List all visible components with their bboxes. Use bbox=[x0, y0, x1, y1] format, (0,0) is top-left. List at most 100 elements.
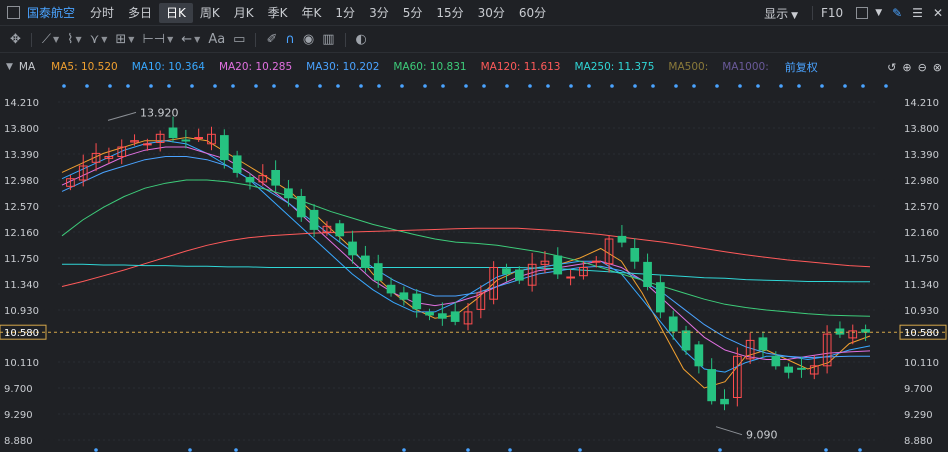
toggle-drawings-icon[interactable]: ◐ bbox=[356, 32, 367, 47]
period-tab[interactable]: 日K bbox=[159, 2, 193, 23]
period-tab[interactable]: 年K bbox=[295, 3, 329, 23]
wave-tool[interactable]: ⋎ ▼ bbox=[90, 32, 108, 47]
candle-body bbox=[553, 255, 563, 275]
event-marker bbox=[318, 84, 322, 88]
fibonacci-tool[interactable]: ⊞ ▼ bbox=[115, 32, 134, 47]
ma-legend-item: MA120: 11.613 bbox=[480, 61, 561, 73]
period-tab[interactable]: 分时 bbox=[83, 3, 121, 23]
candle-body bbox=[284, 188, 293, 199]
layout-checkbox[interactable] bbox=[856, 7, 869, 19]
kline-chart[interactable]: 14.210 14.210 13.800 13.800 13.390 13.390 12.9… bbox=[0, 78, 948, 452]
candle-body bbox=[386, 284, 396, 294]
high-annotation-line bbox=[107, 111, 137, 121]
candle-body bbox=[168, 127, 178, 138]
period-tab[interactable]: 30分 bbox=[471, 3, 512, 23]
period-tab[interactable]: 60分 bbox=[512, 3, 553, 23]
bottom-event-marker bbox=[508, 448, 512, 452]
candle-body bbox=[707, 369, 716, 402]
divider bbox=[255, 32, 257, 47]
period-tab[interactable]: 1分 bbox=[328, 3, 362, 23]
arrow-left-icon: ← bbox=[181, 32, 193, 47]
magnet-icon[interactable]: ∩ bbox=[285, 32, 295, 47]
current-price-label-right: 10.580 bbox=[904, 328, 939, 339]
ma-legend-item: MA250: 11.375 bbox=[574, 61, 655, 73]
event-marker bbox=[528, 84, 532, 88]
event-marker bbox=[756, 84, 760, 88]
event-marker bbox=[213, 84, 217, 88]
polyline-icon: ⌇ bbox=[67, 32, 74, 47]
candle-body bbox=[566, 276, 575, 279]
eye-icon[interactable]: ◉ bbox=[303, 32, 314, 47]
line-tool[interactable]: ⟋ ▼ bbox=[42, 32, 59, 47]
candle-body bbox=[450, 311, 460, 322]
undo-icon[interactable]: ↺ bbox=[887, 61, 896, 74]
y-tick-label-left: 10.110 bbox=[4, 358, 39, 369]
period-tab[interactable]: 5分 bbox=[396, 3, 430, 23]
stock-name[interactable]: 国泰航空 bbox=[27, 4, 75, 21]
divider bbox=[30, 32, 32, 47]
collapse-caret-icon[interactable]: ▼ bbox=[6, 62, 13, 72]
y-tick-label-right: 9.700 bbox=[904, 384, 933, 395]
remove-circle-icon[interactable]: ⊖ bbox=[918, 61, 927, 74]
event-marker bbox=[843, 84, 847, 88]
period-tab[interactable]: 多日 bbox=[121, 3, 159, 23]
period-tabs: 分时 多日 日K 周K 月K 季K 年K 1分 3分 5分 15分 30分 60分 bbox=[83, 2, 553, 23]
y-tick-label-left: 11.750 bbox=[4, 254, 39, 265]
bottom-event-marker bbox=[578, 448, 582, 452]
display-label: 显示 bbox=[764, 6, 789, 21]
bottom-event-marker bbox=[94, 448, 98, 452]
ma-legend-item: MA20: 10.285 bbox=[218, 61, 293, 73]
event-marker bbox=[295, 84, 299, 88]
text-tool[interactable]: Aa bbox=[208, 32, 225, 47]
display-dropdown[interactable]: 显示 ▼ bbox=[764, 5, 798, 22]
event-marker bbox=[167, 84, 171, 88]
y-tick-label-right: 10.110 bbox=[904, 358, 939, 369]
period-tab[interactable]: 15分 bbox=[429, 3, 470, 23]
candle-body bbox=[797, 367, 806, 370]
move-cross-icon[interactable]: ✥ bbox=[10, 32, 21, 47]
candle-body bbox=[771, 355, 781, 367]
close-icon[interactable]: ✕ bbox=[933, 6, 943, 20]
f10-button[interactable]: F10 bbox=[812, 6, 846, 20]
pen-icon[interactable]: ✎ bbox=[892, 6, 902, 20]
candle-body bbox=[271, 170, 280, 186]
measure-tool[interactable]: ⊢⊣ ▼ bbox=[142, 32, 173, 47]
candle-body bbox=[835, 328, 845, 335]
candle-body bbox=[309, 209, 319, 230]
fibonacci-icon: ⊞ bbox=[115, 32, 127, 47]
y-tick-label-left: 12.570 bbox=[4, 202, 39, 213]
period-tab[interactable]: 季K bbox=[261, 3, 295, 23]
y-tick-label-left: 13.800 bbox=[4, 124, 39, 135]
chevron-down-icon[interactable]: ▼ bbox=[875, 8, 882, 18]
trash-icon[interactable]: ▥ bbox=[322, 32, 334, 47]
period-tab[interactable]: 3分 bbox=[362, 3, 396, 23]
candle-body bbox=[348, 241, 357, 256]
polyline-tool[interactable]: ⌇ ▼ bbox=[67, 32, 82, 47]
candle-body bbox=[425, 312, 434, 316]
arrow-tool[interactable]: ← ▼ bbox=[181, 32, 200, 47]
indicator-name[interactable]: MA bbox=[19, 61, 35, 73]
y-tick-label-right: 8.880 bbox=[904, 436, 933, 447]
y-tick-label-left: 11.340 bbox=[4, 280, 39, 291]
y-tick-label-left: 12.980 bbox=[4, 176, 39, 187]
top-right-controls: 显示 ▼ F10 ▼ ✎ ☰ ✕ bbox=[764, 0, 948, 26]
close-circle-icon[interactable]: ⊗ bbox=[933, 61, 942, 74]
settings-sliders-icon[interactable]: ☰ bbox=[912, 6, 923, 20]
ma-legend-item: MA30: 10.202 bbox=[306, 61, 380, 73]
low-price-label: 9.090 bbox=[746, 429, 778, 442]
event-marker bbox=[587, 84, 591, 88]
trend-line-icon: ⟋ bbox=[41, 32, 52, 47]
candle-body bbox=[630, 248, 640, 262]
y-tick-label-left: 12.160 bbox=[4, 228, 39, 239]
period-tab[interactable]: 月K bbox=[227, 3, 261, 23]
y-tick-label-right: 11.750 bbox=[904, 254, 939, 265]
bottom-event-marker bbox=[402, 448, 406, 452]
comment-icon[interactable]: ▭ bbox=[233, 32, 245, 47]
drawing-toolbar: ✥ ⟋ ▼ ⌇ ▼ ⋎ ▼ ⊞ ▼ ⊢⊣ ▼ ← ▼ Aa ▭ ✐ ∩ ◉ ▥ ◐ bbox=[0, 27, 948, 53]
candle-body bbox=[361, 255, 370, 269]
price-adjust-toggle[interactable]: 前复权 bbox=[785, 59, 818, 75]
panel-toggle-icon[interactable] bbox=[7, 6, 20, 19]
add-circle-icon[interactable]: ⊕ bbox=[902, 61, 911, 74]
period-tab[interactable]: 周K bbox=[193, 3, 227, 23]
eraser-icon[interactable]: ✐ bbox=[266, 32, 277, 47]
